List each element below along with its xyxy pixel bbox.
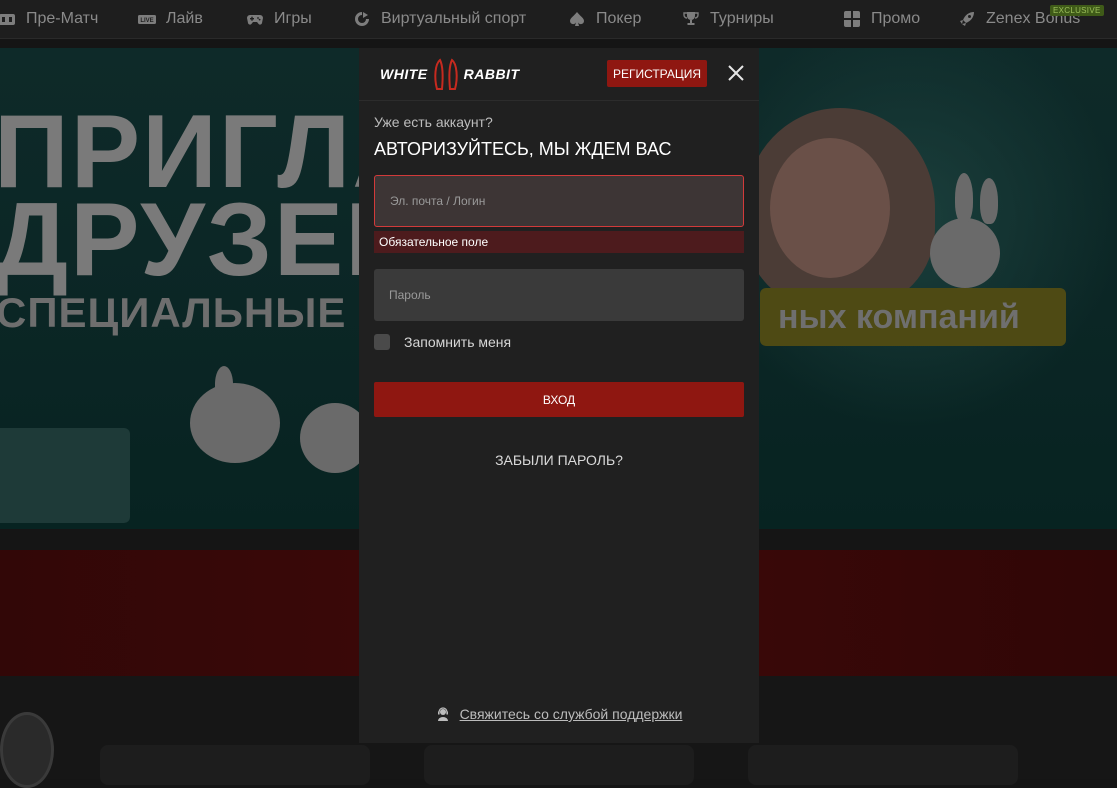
modal-title: АВТОРИЗУЙТЕСЬ, МЫ ЖДЕМ ВАС (374, 139, 672, 159)
nav-item-label: Игры (274, 10, 312, 27)
live-tag: LIVE (140, 18, 153, 24)
nav-item-label: Лайв (166, 10, 203, 27)
poker-spade-icon (568, 10, 586, 28)
roulette-graphic (0, 712, 54, 788)
gamepad-icon (246, 10, 264, 28)
rocket-icon (958, 10, 976, 28)
top-navigation: Пре-Матч LIVE Лайв Игры Виртуальный спор… (0, 0, 1117, 39)
nav-item-prematch[interactable]: Пре-Матч (0, 0, 98, 38)
banner-subline: СПЕЦИАЛЬНЫЕ Б (0, 289, 391, 336)
remember-me-label: Запомнить меня (404, 334, 512, 350)
logo-text-left: WHITE (380, 66, 428, 82)
login-error-message: Обязательное поле (374, 231, 744, 253)
close-button[interactable] (725, 62, 747, 84)
gift-icon (843, 10, 861, 28)
live-icon: LIVE (138, 10, 156, 28)
support-label: Свяжитесь со службой поддержки (459, 706, 683, 722)
banner-pill: ных компаний (760, 288, 1066, 346)
login-modal: WHITE RABBIT РЕГИСТРАЦИЯ Уже есть аккаун… (359, 48, 759, 743)
support-link[interactable]: Свяжитесь со службой поддержки (359, 706, 759, 722)
nav-item-label: Промо (871, 10, 921, 27)
login-placeholder: Эл. почта / Логин (390, 194, 486, 208)
remember-me-checkbox[interactable] (374, 334, 390, 350)
login-field[interactable]: Эл. почта / Логин (374, 175, 744, 227)
gift-box-graphic (0, 428, 130, 523)
nav-item-label: Виртуальный спорт (381, 10, 527, 27)
remember-me-toggle[interactable]: Запомнить меня (374, 334, 511, 350)
rabbit-ear-graphic (215, 366, 233, 402)
game-card[interactable] (100, 745, 370, 785)
support-agent-icon (437, 707, 448, 721)
nav-item-virtual-sport[interactable]: Виртуальный спорт (353, 0, 526, 38)
rabbit-graphic (930, 218, 1000, 288)
password-field[interactable]: Пароль (374, 269, 744, 321)
nav-item-poker[interactable]: Покер (568, 0, 641, 38)
nav-item-live[interactable]: LIVE Лайв (138, 0, 203, 38)
nav-item-label: Пре-Матч (26, 10, 99, 27)
rabbit-ear-graphic (980, 178, 998, 224)
nav-item-games[interactable]: Игры (246, 0, 312, 38)
password-placeholder: Пароль (389, 288, 431, 302)
trophy-icon (682, 10, 700, 28)
scoreboard-icon (0, 10, 16, 28)
account-prompt: Уже есть аккаунт? (374, 114, 493, 130)
virtual-sport-icon (353, 10, 371, 28)
logo-text-right: RABBIT (463, 66, 520, 82)
forgot-password-link[interactable]: ЗАБЫЛИ ПАРОЛЬ? (359, 452, 759, 468)
white-rabbit-logo[interactable]: WHITE RABBIT (380, 58, 530, 90)
banner-woman-face (770, 138, 890, 278)
game-card[interactable] (748, 745, 1018, 785)
nav-item-promo[interactable]: Промо (843, 0, 920, 38)
nav-item-label: Покер (596, 10, 642, 27)
modal-header: WHITE RABBIT РЕГИСТРАЦИЯ (359, 48, 759, 101)
rabbit-graphic (190, 383, 280, 463)
close-icon (728, 65, 744, 81)
rabbit-ears-logo-icon (433, 58, 458, 90)
register-button[interactable]: РЕГИСТРАЦИЯ (607, 60, 707, 87)
game-card[interactable] (424, 745, 694, 785)
nav-item-label: Турниры (710, 10, 774, 27)
login-submit-button[interactable]: ВХОД (374, 382, 744, 417)
nav-item-tournaments[interactable]: Турниры (682, 0, 774, 38)
rabbit-ear-graphic (955, 173, 973, 223)
exclusive-badge: EXCLUSIVE (1050, 5, 1104, 16)
